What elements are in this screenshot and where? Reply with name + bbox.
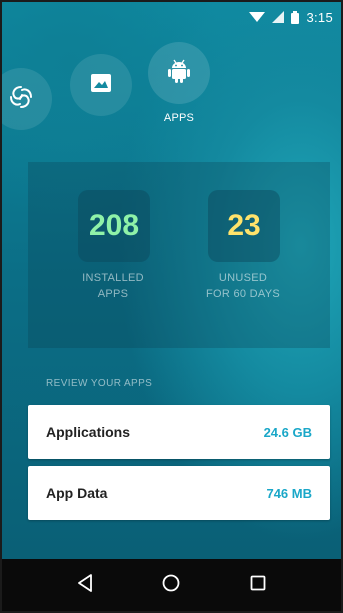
installed-caption-line1: INSTALLED xyxy=(82,272,144,284)
back-icon xyxy=(77,573,93,597)
home-icon xyxy=(162,574,180,597)
feature-carousel: APPS xyxy=(2,40,341,130)
installed-caption-line2: APPS xyxy=(97,288,129,300)
status-bar: 3:15 xyxy=(2,2,341,32)
back-button[interactable] xyxy=(67,567,103,603)
wifi-icon xyxy=(249,11,266,23)
home-button[interactable] xyxy=(153,567,189,603)
applications-size: 24.6 GB xyxy=(263,424,312,440)
status-time: 3:15 xyxy=(306,9,333,25)
system-nav-bar xyxy=(2,559,341,611)
unused-caption-line2: FOR 60 DAYS xyxy=(205,288,280,300)
app-data-card[interactable]: App Data 746 MB xyxy=(28,466,330,520)
stats-panel: 208 23 INSTALLED APPS UNUSED FOR 60 DAYS xyxy=(28,162,330,348)
app-data-size: 746 MB xyxy=(266,485,312,501)
apps-nav-button[interactable] xyxy=(148,42,210,104)
unused-apps-caption: UNUSED FOR 60 DAYS xyxy=(188,270,298,302)
applications-title: Applications xyxy=(46,424,131,440)
app-screen: 3:15 APPS 208 23 INSTALLED APPS UNUSED F… xyxy=(0,0,343,613)
installed-apps-caption: INSTALLED APPS xyxy=(58,270,168,302)
recents-icon xyxy=(250,575,266,596)
review-section-label: REVIEW YOUR APPS xyxy=(46,378,153,389)
image-nav-button[interactable] xyxy=(70,54,132,116)
signal-icon xyxy=(272,11,285,23)
battery-icon xyxy=(291,10,300,24)
unused-caption-line1: UNUSED xyxy=(218,272,268,284)
installed-apps-count[interactable]: 208 xyxy=(78,190,150,262)
swirl-icon xyxy=(8,84,34,115)
unused-apps-count[interactable]: 23 xyxy=(208,190,280,262)
swirl-nav-button[interactable] xyxy=(2,68,52,130)
applications-card[interactable]: Applications 24.6 GB xyxy=(28,405,330,459)
image-icon xyxy=(91,73,111,97)
apps-nav-label: APPS xyxy=(163,112,195,124)
recents-button[interactable] xyxy=(240,567,276,603)
android-icon xyxy=(168,59,190,88)
app-data-title: App Data xyxy=(46,485,108,501)
